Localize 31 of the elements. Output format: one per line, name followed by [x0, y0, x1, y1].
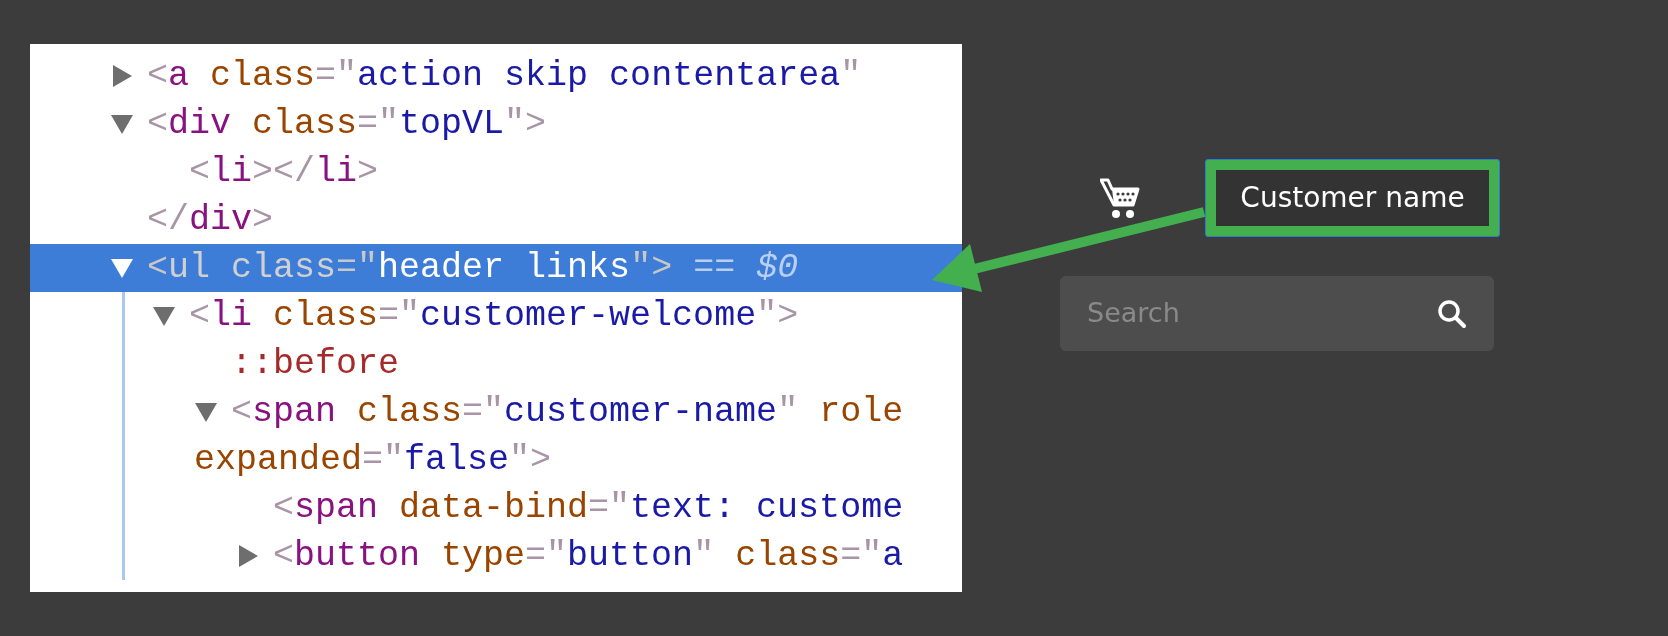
- collapsed-triangle-icon[interactable]: [236, 544, 260, 568]
- code-line: <span data-bind="text: custome: [273, 490, 904, 526]
- search-bar[interactable]: Search: [1060, 276, 1494, 351]
- dom-node-row[interactable]: <span data-bind="text: custome: [30, 484, 962, 532]
- expanded-triangle-icon[interactable]: [152, 304, 176, 328]
- code-line: <ul class="header links"> == $0: [147, 250, 799, 286]
- collapsed-triangle-icon[interactable]: [110, 64, 134, 88]
- expanded-triangle-icon[interactable]: [110, 112, 134, 136]
- search-icon[interactable]: [1437, 298, 1467, 329]
- code-line: <a class="action skip contentarea": [147, 58, 862, 94]
- search-field[interactable]: Search: [1087, 293, 1437, 334]
- code-line: ::before: [231, 346, 400, 382]
- code-line: <li></li>: [189, 154, 379, 190]
- dom-node-row[interactable]: <li></li>: [30, 148, 962, 196]
- dom-node-row[interactable]: <li class="customer-welcome">: [30, 292, 962, 340]
- code-line: expanded="false">: [194, 442, 552, 478]
- dom-node-row[interactable]: <div class="topVL">: [30, 100, 962, 148]
- cart-icon[interactable]: [1100, 177, 1140, 219]
- code-line: <button type="button" class="a: [273, 538, 904, 574]
- code-line: <span class="customer-name" role: [231, 394, 904, 430]
- code-line: </div>: [147, 202, 274, 238]
- dom-node-row[interactable]: <button type="button" class="a: [30, 532, 962, 580]
- customer-name[interactable]: Customer name: [1205, 159, 1500, 237]
- code-line: <li class="customer-welcome">: [189, 298, 799, 334]
- expanded-triangle-icon[interactable]: [110, 256, 134, 280]
- dom-node-row[interactable]: ::before: [30, 340, 962, 388]
- code-line: <div class="topVL">: [147, 106, 547, 142]
- dom-node-row[interactable]: <span class="customer-name" role: [30, 388, 962, 436]
- dom-node-row[interactable]: <ul class="header links"> == $0: [30, 244, 962, 292]
- dom-node-row[interactable]: <a class="action skip contentarea": [30, 52, 962, 100]
- expanded-triangle-icon[interactable]: [194, 400, 218, 424]
